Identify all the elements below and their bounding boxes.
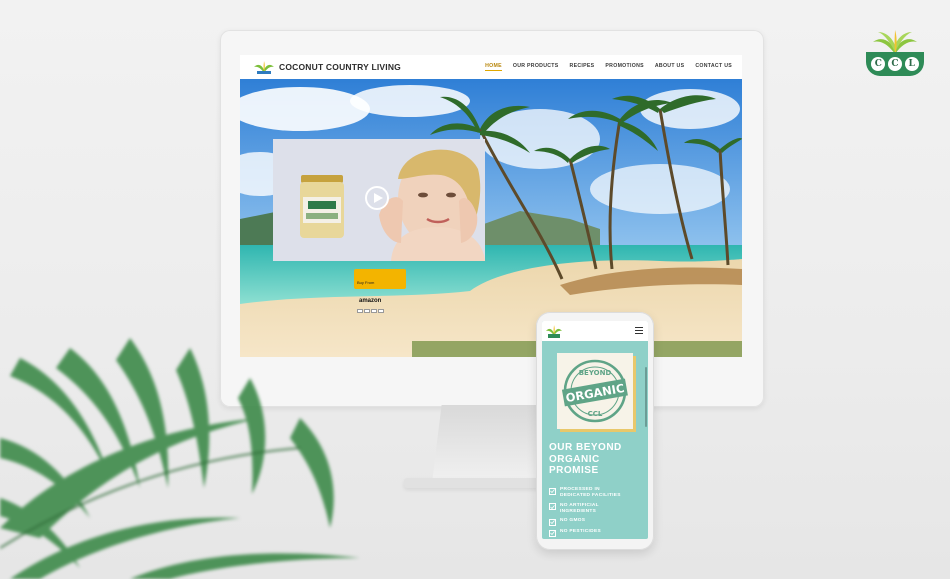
play-button[interactable] [365, 186, 389, 210]
promise-heading-line: PROMISE [549, 465, 599, 476]
nav-home[interactable]: HOME [485, 63, 502, 71]
promo-video-player[interactable] [273, 139, 485, 261]
promise-text: PROCESSED IN [560, 487, 600, 492]
badge-letter: L [904, 57, 919, 71]
promise-list: PROCESSED IN DEDICATED FACILITIES NO ARTI… [549, 487, 645, 539]
promise-heading: OUR BEYOND ORGANIC PROMISE [549, 442, 643, 477]
play-icon [374, 193, 383, 203]
badge-letter: C [887, 57, 902, 71]
list-item: NO PESTICIDES [549, 529, 645, 537]
mobile-scrollbar[interactable] [645, 367, 647, 427]
badge-text-top: BEYOND [579, 369, 612, 377]
checkbox-icon [549, 529, 556, 537]
desktop-website-screen: COCONUT COUNTRY LIVING HOME OUR PRODUCTS… [240, 55, 742, 357]
site-nav-links: HOME OUR PRODUCTS RECIPES PROMOTIONS ABO… [485, 63, 732, 71]
amazon-button-prefix: Buy From [357, 280, 375, 285]
badge-text-bottom: CCL [588, 410, 603, 418]
site-title[interactable]: COCONUT COUNTRY LIVING [279, 62, 401, 72]
promise-text: INGREDIENTS [560, 508, 597, 514]
buy-from-amazon-button[interactable]: Buy From amazon [354, 269, 406, 313]
promise-heading-line: ORGANIC [549, 453, 600, 465]
promise-text: DEDICATED FACILITIES [560, 493, 621, 498]
hamburger-menu-icon[interactable] [635, 327, 643, 334]
site-navbar: COCONUT COUNTRY LIVING HOME OUR PRODUCTS… [240, 55, 742, 79]
nav-contact-us[interactable]: CONTACT US [695, 63, 732, 71]
promise-text: NO GMOS [560, 518, 586, 523]
nav-our-products[interactable]: OUR PRODUCTS [513, 63, 559, 71]
hero-beach-banner: Buy From amazon [240, 79, 742, 357]
nav-about-us[interactable]: ABOUT US [655, 63, 685, 71]
mobile-header [542, 321, 648, 341]
badge-letter: C [871, 57, 886, 71]
palm-logo-icon[interactable] [546, 324, 562, 338]
payment-cards-icon [357, 309, 403, 313]
checkbox-icon [549, 503, 556, 510]
monitor-stand [432, 405, 552, 483]
amazon-button-brand: amazon [359, 298, 382, 304]
promise-text: NO PESTICIDES [560, 529, 601, 534]
promise-heading-line: OUR BEYOND [549, 442, 622, 453]
checkbox-icon [549, 518, 556, 526]
list-item: PROCESSED IN DEDICATED FACILITIES [549, 487, 645, 499]
ccl-brand-badge: C C L [866, 30, 924, 78]
palm-logo-icon[interactable] [254, 60, 274, 74]
promise-text: NO ARTIFICIAL [560, 502, 599, 508]
nav-promotions[interactable]: PROMOTIONS [605, 63, 643, 71]
nav-recipes[interactable]: RECIPES [570, 63, 595, 71]
ccl-banner: C C L [866, 52, 924, 76]
beyond-organic-stamp-icon: BEYOND ORGANIC CCL [561, 359, 628, 423]
list-item: NO GMOS [549, 518, 645, 526]
beyond-organic-badge: BEYOND ORGANIC CCL [557, 353, 633, 429]
mobile-website-screen: BEYOND ORGANIC CCL OUR BEYOND ORGANIC PR… [542, 321, 648, 539]
checkbox-icon [549, 487, 556, 495]
list-item: NO ARTIFICIAL INGREDIENTS [549, 503, 645, 515]
